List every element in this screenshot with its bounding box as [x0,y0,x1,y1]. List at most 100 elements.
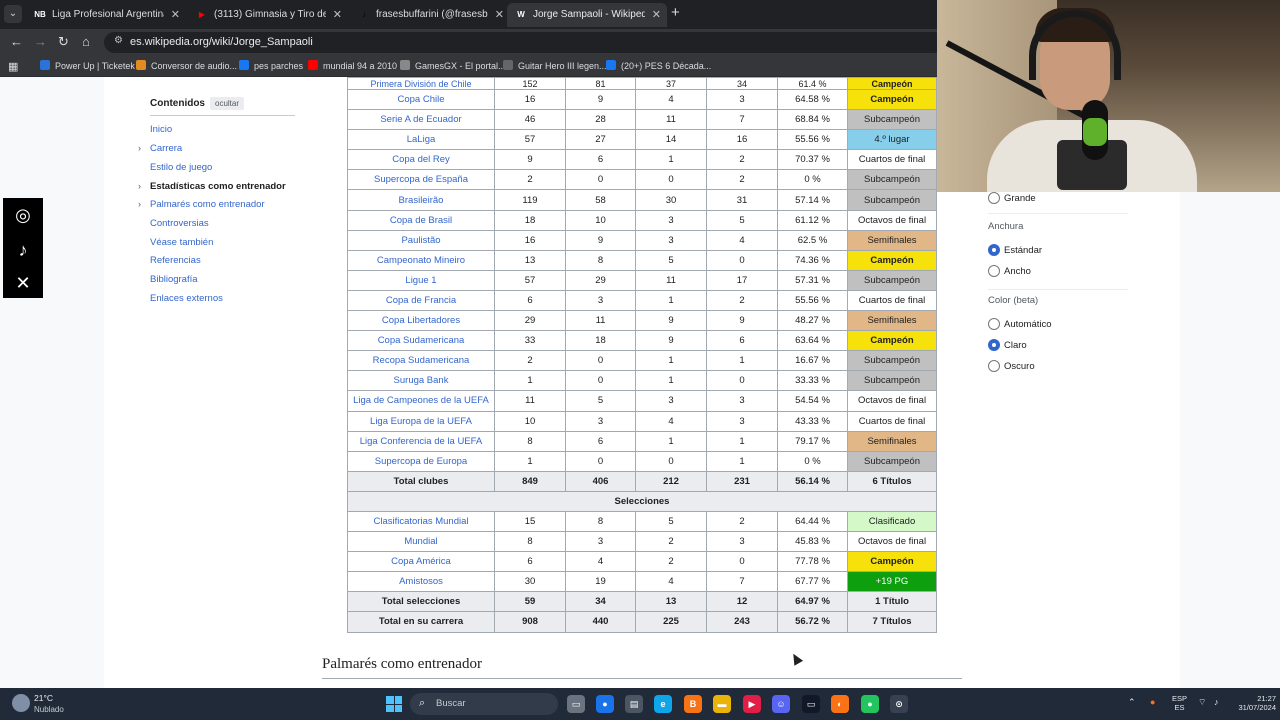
browser-tab[interactable]: NB Liga Profesional Argentina - Tab ✕ [26,3,186,27]
bookmark-item[interactable]: pes parches [239,60,303,71]
language-indicator[interactable]: ESP ES [1172,694,1187,712]
competition-cell[interactable]: Copa Sudamericana [347,330,495,352]
color-radio[interactable] [988,318,1000,330]
bookmark-item[interactable]: Guitar Hero III legen... [503,60,607,71]
competition-cell[interactable]: LaLiga [347,129,495,151]
toc-item[interactable]: Estadísticas como entrenador [150,181,286,192]
tab-search-icon[interactable]: ⌄ [4,5,22,23]
competition-cell[interactable]: Supercopa de España [347,169,495,191]
won-cell: 9 [565,229,636,251]
network-icon[interactable]: ⌔ [1198,697,1206,708]
home-icon[interactable]: ⌂ [82,34,90,49]
media-player-icon[interactable]: ▶ [743,695,761,713]
obs-icon[interactable]: ◐ [831,695,849,713]
browser-tab[interactable]: ♪ frasesbuffarini (@frasesbuffarini ✕ [350,3,510,27]
toc-expand-icon[interactable]: › [138,181,141,191]
table-row: Clasificatorias Mundial 15 8 5 2 64.44 % Clasi… [347,510,937,533]
bookmark-item[interactable]: Conversor de audio... [136,60,237,71]
competition-cell[interactable]: Liga de Campeones de la UEFA [347,390,495,412]
color-radio[interactable] [988,339,1000,351]
bookmark-item[interactable]: Power Up | Ticketek [40,60,135,71]
apps-grid-icon[interactable]: ▦ [8,60,18,73]
tab-close-icon[interactable]: ✕ [495,3,504,27]
drawn-cell: 3 [635,390,707,412]
taskbar-search[interactable]: ⌕ Buscar [410,693,558,715]
competition-cell[interactable]: Ligue 1 [347,269,495,291]
won-cell: 11 [565,310,636,332]
competition-cell[interactable]: Supercopa de Europa [347,450,495,472]
lost-cell: 9 [706,310,778,332]
won-cell: 27 [565,129,636,151]
discord-icon[interactable]: ☺ [772,695,790,713]
toc-item[interactable]: Carrera [150,143,182,154]
competition-cell[interactable]: Recopa Sudamericana [347,350,495,372]
system-clock[interactable]: 21:27 31/07/2024 [1236,694,1276,712]
chrome-icon[interactable]: ● [596,695,614,713]
played-cell: 18 [494,209,566,231]
size-radio-grande[interactable] [988,192,1000,204]
brave-icon[interactable]: B [684,695,702,713]
competition-cell[interactable]: Copa Chile [347,88,495,111]
competition-cell[interactable]: Liga Europa de la UEFA [347,410,495,432]
lost-cell: 12 [706,591,778,613]
app-icon[interactable]: ⊙ [890,695,908,713]
volume-icon[interactable]: ♪ [1214,697,1219,707]
lost-cell: 1 [706,350,778,372]
played-cell: 1 [494,370,566,392]
toc-item[interactable]: Estilo de juego [150,162,212,173]
store-icon[interactable]: ▤ [625,695,643,713]
start-button[interactable] [386,696,402,712]
bookmark-item[interactable]: mundial 94 a 2010 [308,60,397,71]
bookmark-item[interactable]: GamesGX - El portal... [400,60,506,71]
toc-expand-icon[interactable]: › [138,199,141,209]
chrome-alt-icon[interactable]: ● [861,695,879,713]
won-cell: 0 [565,169,636,191]
toc-item[interactable]: Inicio [150,124,172,135]
terminal-icon[interactable]: ▭ [802,695,820,713]
reload-icon[interactable]: ↻ [58,34,69,50]
competition-cell[interactable]: Brasileirão [347,189,495,211]
tab-close-icon[interactable]: ✕ [171,3,180,27]
browser-tab[interactable]: W Jorge Sampaoli - Wikipedia, la e ✕ [507,3,667,27]
back-icon[interactable]: ← [10,34,23,49]
competition-cell[interactable]: Campeonato Mineiro [347,249,495,271]
bookmark-item[interactable]: (20+) PES 6 Década... [606,60,711,71]
browser-tab[interactable]: ▶ (3113) Gimnasia y Tiro de Salta ✕ [188,3,348,27]
forward-icon[interactable]: → [34,34,47,49]
width-radio[interactable] [988,265,1000,277]
mic-tray-icon[interactable]: ● [1150,697,1155,707]
competition-cell[interactable]: Copa de Francia [347,289,495,312]
toc-expand-icon[interactable]: › [138,143,141,153]
competition-cell[interactable]: Copa Libertadores [347,310,495,332]
width-radio[interactable] [988,244,1000,256]
new-tab-button[interactable]: + [671,4,680,21]
competition-cell[interactable]: Liga Conferencia de la UEFA [347,430,495,452]
folder-icon[interactable]: ▬ [713,695,731,713]
site-info-icon[interactable]: ⚙ [114,35,123,46]
tab-close-icon[interactable]: ✕ [652,3,661,27]
toc-item[interactable]: Palmarés como entrenador [150,199,265,210]
competition-cell[interactable]: Paulistão [347,229,495,251]
competition-cell[interactable]: Clasificatorias Mundial [347,510,495,533]
competition-cell[interactable]: Serie A de Ecuador [347,109,495,131]
edge-icon[interactable]: e [654,695,672,713]
address-bar[interactable]: ⚙ es.wikipedia.org/wiki/Jorge_Sampaoli [104,32,944,53]
competition-cell[interactable]: Copa de Brasil [347,209,495,231]
competition-cell[interactable]: Suruga Bank [347,370,495,392]
toc-item[interactable]: Véase también [150,237,213,248]
toc-item[interactable]: Bibliografía [150,274,198,285]
competition-cell[interactable]: Amistosos [347,571,495,593]
competition-cell[interactable]: Mundial [347,531,495,553]
toc-item[interactable]: Controversias [150,218,209,229]
tab-close-icon[interactable]: ✕ [333,3,342,27]
color-radio[interactable] [988,360,1000,372]
competition-cell[interactable]: Copa del Rey [347,149,495,171]
competition-cell[interactable]: Copa América [347,551,495,573]
tray-chevron-icon[interactable]: ⌃ [1128,697,1136,708]
weather-icon[interactable] [12,694,30,712]
toc-item[interactable]: Referencias [150,255,201,266]
toc-hide-button[interactable]: ocultar [210,97,245,110]
competition-cell[interactable]: Primera División de Chile [347,77,495,90]
task-view-icon[interactable]: ▭ [567,695,585,713]
toc-item[interactable]: Enlaces externos [150,293,223,304]
